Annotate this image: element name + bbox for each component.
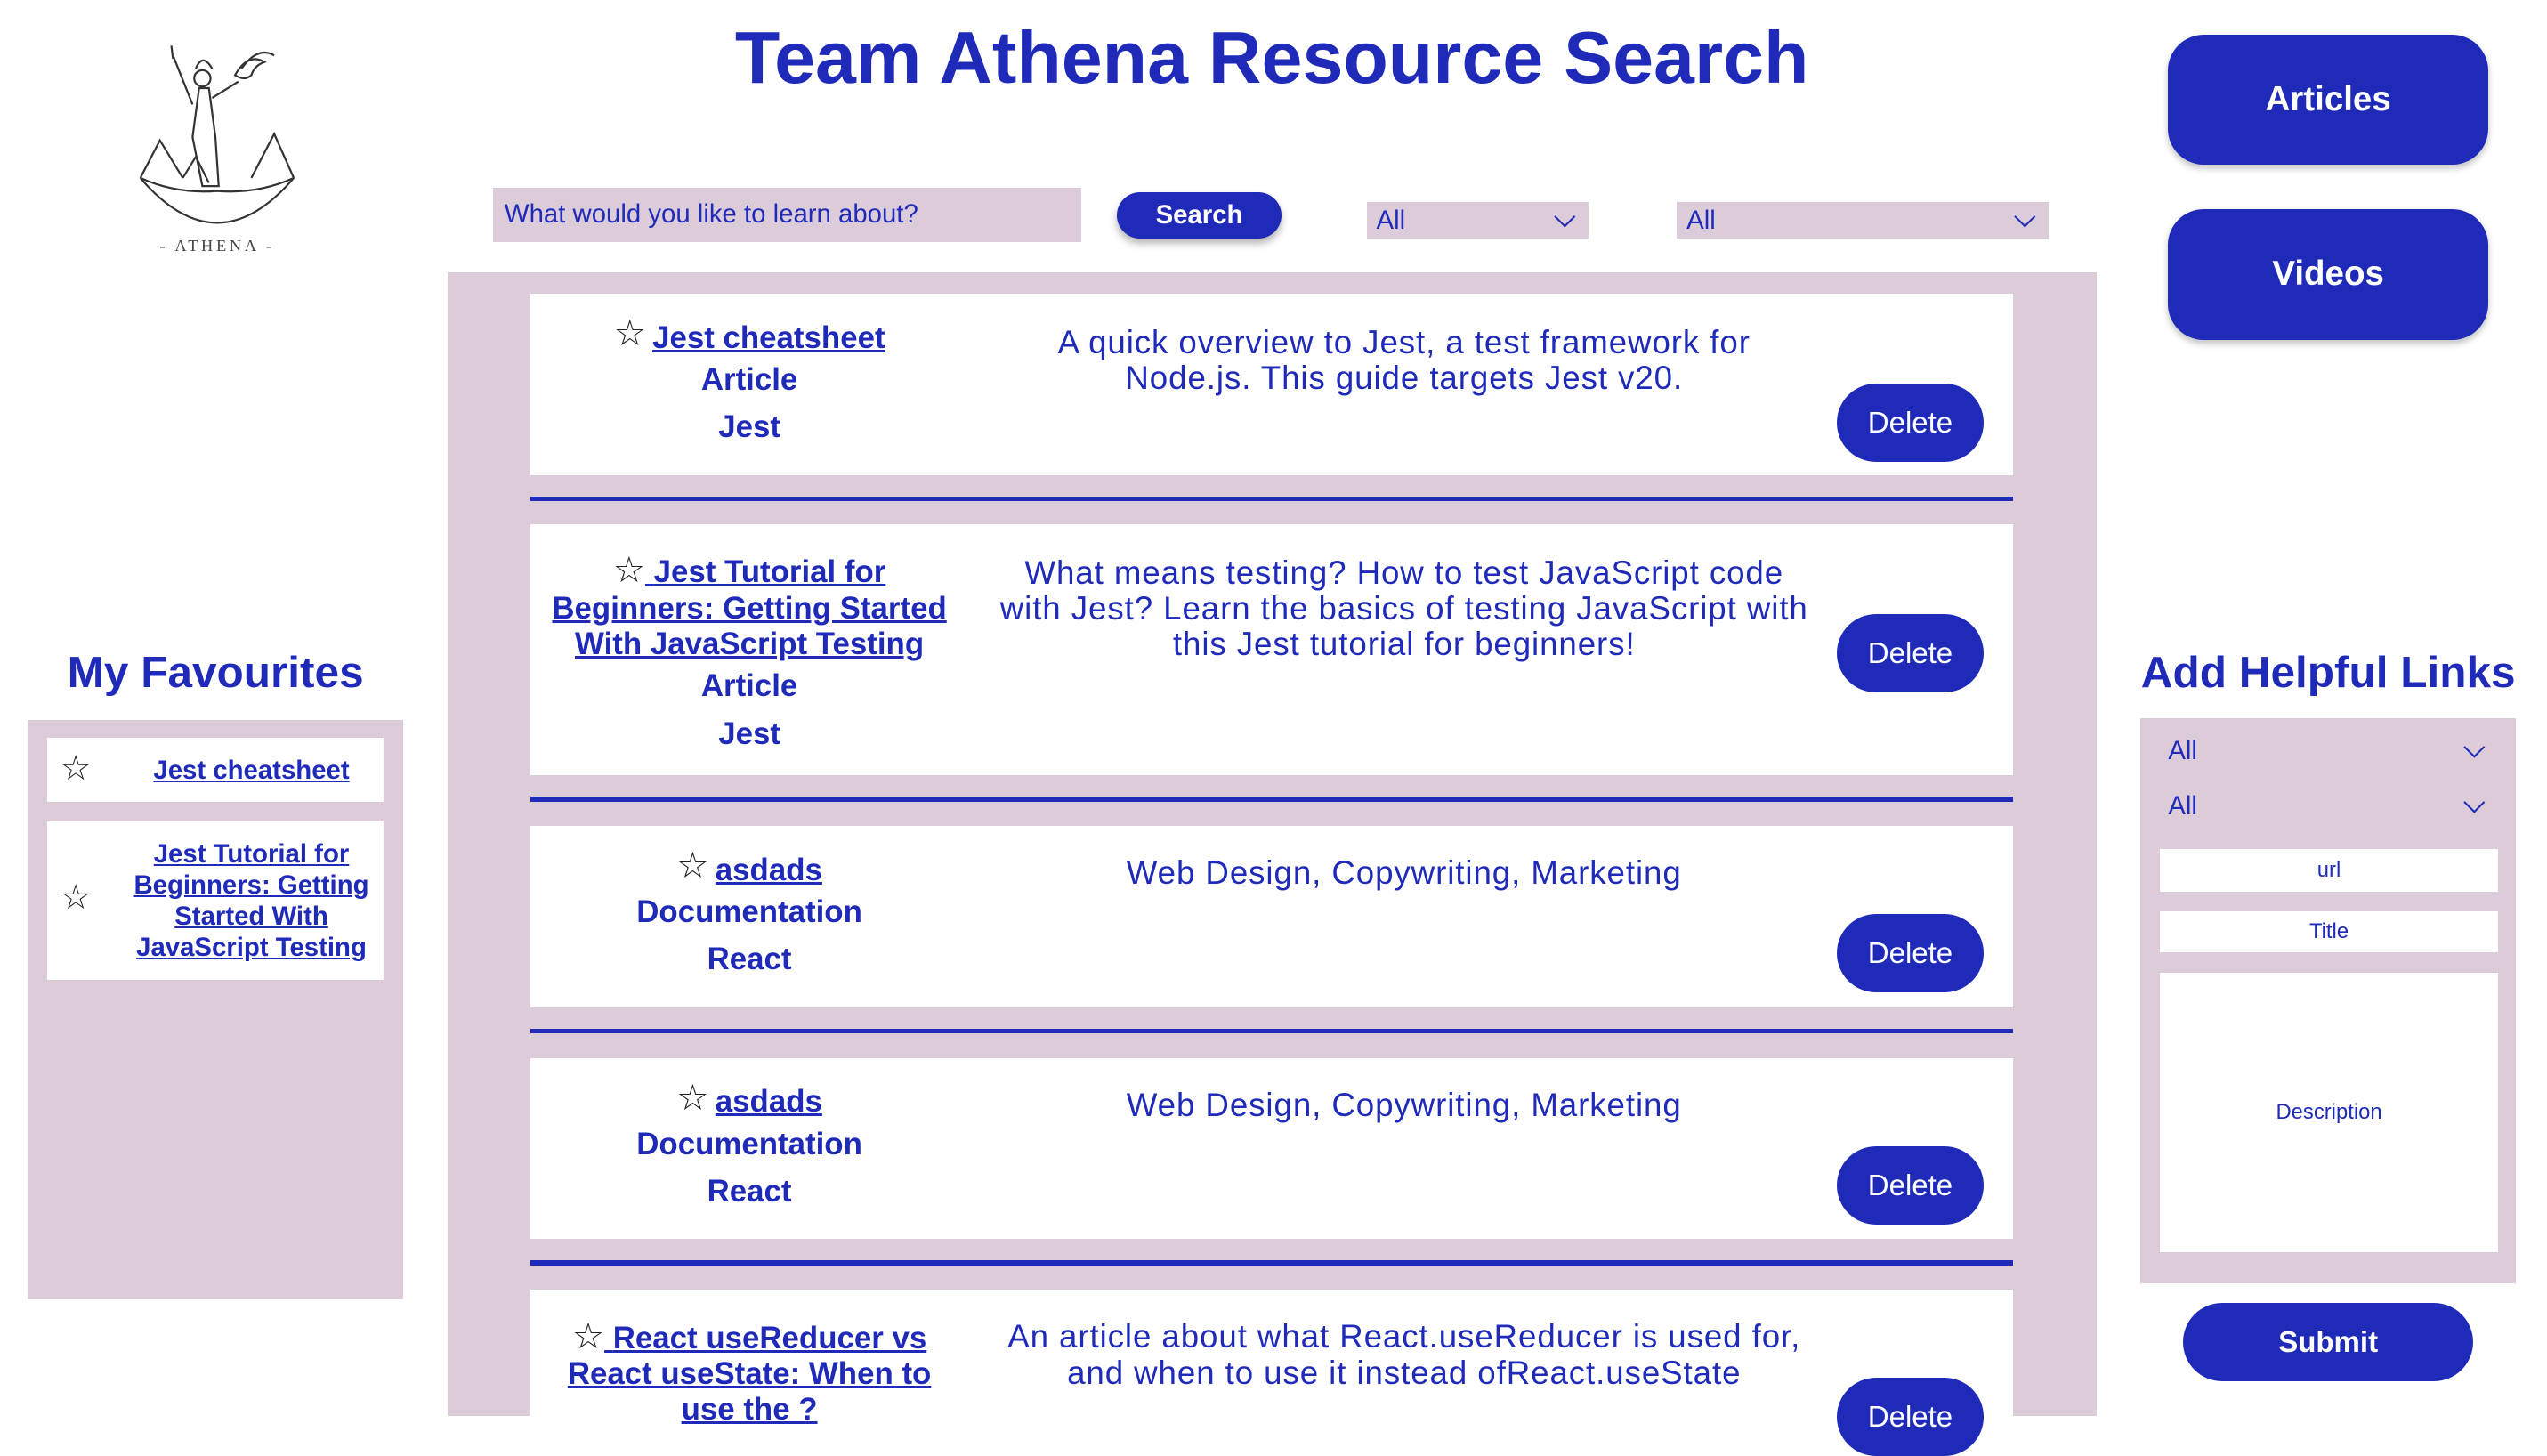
resource-title-link[interactable]: ☆ Jest Tutorial for Beginners: Getting S… bbox=[544, 550, 955, 662]
resource-description: What means testing? How to test JavaScri… bbox=[999, 554, 1808, 663]
resource-card: ☆ React useReducer vs React useState: Wh… bbox=[530, 1290, 2014, 1456]
star-icon[interactable]: ☆ bbox=[676, 1078, 708, 1117]
type-filter-value: All bbox=[1376, 205, 1406, 235]
resource-card: ☆ asdads Documentation React Web Design,… bbox=[530, 1057, 2014, 1240]
chevron-down-icon bbox=[2463, 791, 2486, 813]
favourite-link[interactable]: Jest cheatsheet bbox=[129, 756, 374, 787]
delete-button[interactable]: Delete bbox=[1836, 384, 1985, 463]
add-topic-value: All bbox=[2168, 791, 2197, 821]
resource-title-link[interactable]: ☆ React useReducer vs React useState: Wh… bbox=[544, 1316, 955, 1428]
resource-title-link[interactable]: Jest cheatsheet bbox=[652, 320, 885, 356]
favourite-item: ☆ Jest cheatsheet bbox=[47, 738, 384, 802]
resource-description: Web Design, Copywriting, Marketing bbox=[1126, 854, 1682, 892]
page-title: Team Athena Resource Search bbox=[734, 17, 1809, 100]
favourite-item: ☆ Jest Tutorial for Beginners: Getting S… bbox=[47, 821, 384, 980]
chevron-down-icon bbox=[2463, 736, 2486, 758]
title-field[interactable]: Title bbox=[2160, 910, 2498, 952]
star-icon[interactable]: ☆ bbox=[61, 750, 92, 787]
submit-button[interactable]: Submit bbox=[2182, 1303, 2474, 1382]
logo-text: - ATHENA - bbox=[159, 237, 275, 255]
favourites-panel bbox=[28, 720, 404, 1300]
card-divider bbox=[530, 1260, 2014, 1266]
delete-button[interactable]: Delete bbox=[1836, 914, 1985, 993]
favourites-heading: My Favourites bbox=[67, 647, 364, 697]
star-icon[interactable]: ☆ bbox=[613, 550, 645, 589]
resource-meta: ☆ Jest cheatsheet Article Jest bbox=[530, 313, 968, 450]
topic-filter-select[interactable]: All bbox=[1677, 202, 2050, 239]
resource-meta: ☆ Jest Tutorial for Beginners: Getting S… bbox=[530, 544, 968, 757]
add-type-value: All bbox=[2168, 735, 2197, 765]
resource-description: A quick overview to Jest, a test framewo… bbox=[1057, 324, 1751, 397]
star-icon[interactable]: ☆ bbox=[614, 313, 646, 352]
resource-title-link[interactable]: asdads bbox=[716, 1084, 822, 1120]
resource-meta: ☆ React useReducer vs React useState: Wh… bbox=[530, 1309, 968, 1428]
resource-description: An article about what React.useReducer i… bbox=[1007, 1318, 1801, 1391]
resource-type: Documentation bbox=[636, 1126, 862, 1161]
athena-logo-image bbox=[139, 45, 295, 224]
star-icon[interactable]: ☆ bbox=[61, 879, 92, 916]
card-divider bbox=[530, 496, 2014, 502]
star-icon[interactable]: ☆ bbox=[572, 1316, 604, 1355]
resource-meta: ☆ asdads Documentation React bbox=[530, 1078, 968, 1215]
favourite-link[interactable]: Jest Tutorial for Beginners: Getting Sta… bbox=[129, 839, 374, 963]
resource-card: ☆ asdads Documentation React Web Design,… bbox=[530, 826, 2014, 1007]
resource-topic: React bbox=[707, 1173, 792, 1209]
resource-topic: Jest bbox=[718, 716, 780, 751]
resource-card: ☆ Jest Tutorial for Beginners: Getting S… bbox=[530, 523, 2014, 776]
videos-button[interactable]: Videos bbox=[2168, 208, 2488, 340]
resource-meta: ☆ asdads Documentation React bbox=[530, 845, 968, 983]
athena-logo: - ATHENA - bbox=[127, 39, 307, 268]
add-type-select[interactable]: All bbox=[2158, 730, 2498, 772]
search-input[interactable]: What would you like to learn about? bbox=[493, 187, 1081, 242]
resource-type: Documentation bbox=[636, 894, 862, 929]
resource-description: Web Design, Copywriting, Marketing bbox=[1126, 1086, 1682, 1123]
chevron-down-icon bbox=[2014, 206, 2036, 227]
resource-type: Article bbox=[700, 668, 798, 704]
chevron-down-icon bbox=[1554, 206, 1576, 227]
resource-type: Article bbox=[700, 361, 798, 397]
description-field[interactable]: Description bbox=[2160, 973, 2498, 1253]
search-button[interactable]: Search bbox=[1116, 192, 1282, 239]
delete-button[interactable]: Delete bbox=[1836, 613, 1985, 692]
resource-title-text[interactable]: React useReducer vs React useState: When… bbox=[568, 1321, 932, 1428]
resource-topic: Jest bbox=[718, 409, 780, 445]
resource-title-link[interactable]: asdads bbox=[716, 853, 822, 888]
resource-card: ☆ Jest cheatsheet Article Jest A quick o… bbox=[530, 294, 2014, 475]
resource-title-text[interactable]: Jest Tutorial for Beginners: Getting Sta… bbox=[552, 554, 946, 661]
url-field[interactable]: url bbox=[2160, 848, 2498, 892]
articles-button[interactable]: Articles bbox=[2168, 34, 2488, 166]
card-divider bbox=[530, 797, 2014, 802]
card-divider bbox=[530, 1028, 2014, 1034]
star-icon[interactable]: ☆ bbox=[676, 845, 708, 885]
delete-button[interactable]: Delete bbox=[1836, 1145, 1985, 1225]
add-links-heading: Add Helpful Links bbox=[2140, 647, 2516, 697]
topic-filter-value: All bbox=[1686, 205, 1716, 235]
resource-topic: React bbox=[707, 942, 792, 977]
type-filter-select[interactable]: All bbox=[1366, 202, 1589, 239]
add-topic-select[interactable]: All bbox=[2158, 785, 2498, 828]
